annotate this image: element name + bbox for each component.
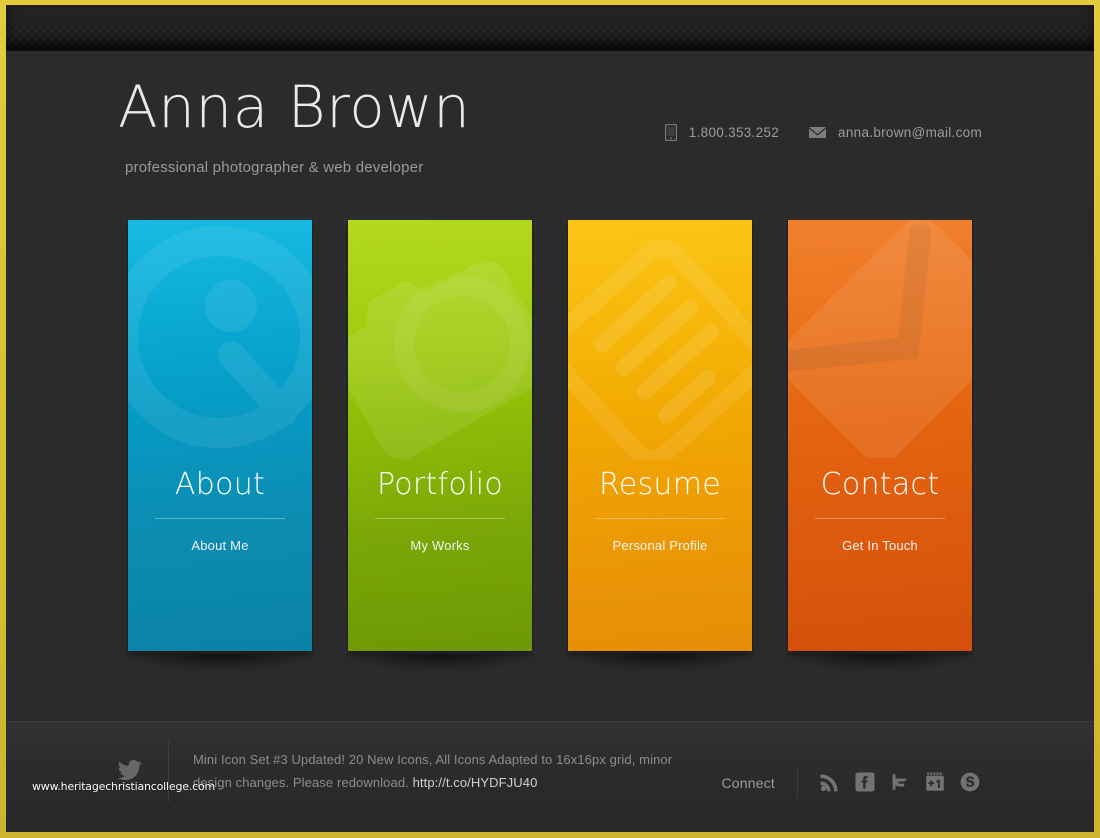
card-title: About (174, 467, 266, 502)
tweet-text: Mini Icon Set #3 Updated! 20 New Icons, … (193, 740, 683, 794)
card-drop-shadow (352, 654, 528, 672)
user-circle-icon (128, 226, 312, 448)
phone-icon (664, 123, 677, 142)
card-surface[interactable]: Resume Personal Profile (568, 220, 752, 651)
card-body: Contact Get In Touch (788, 468, 972, 651)
page-root: Anna Brown professional photographer & w… (6, 5, 1094, 832)
contact-email[interactable]: anna.brown@mail.com (809, 125, 982, 140)
card-title: Resume (598, 467, 722, 502)
card-drop-shadow (572, 654, 748, 672)
tweet-link[interactable]: http://t.co/HYDFJU40 (413, 775, 538, 790)
card-surface[interactable]: Portfolio My Works (348, 220, 532, 651)
social-icons (820, 772, 982, 794)
connect-label: Connect (721, 775, 775, 791)
contact-phone-text: 1.800.353.252 (688, 125, 780, 140)
connect-block: Connect (721, 740, 982, 798)
footer-inner: Mini Icon Set #3 Updated! 20 New Icons, … (117, 740, 982, 810)
card-surface[interactable]: Contact Get In Touch (788, 220, 972, 651)
google-plus-one-icon[interactable] (925, 772, 947, 794)
card-drop-shadow (792, 654, 968, 672)
camera-icon (348, 260, 532, 460)
nav-cards: About About Me Portfolio My Works Resume… (6, 218, 1094, 688)
card-subtitle: My Works (410, 538, 470, 553)
site-header: Anna Brown professional photographer & w… (6, 51, 1094, 211)
twitter-bird-icon (117, 740, 156, 781)
nav-card-resume[interactable]: Resume Personal Profile (564, 218, 756, 672)
skype-icon[interactable] (960, 772, 982, 794)
contact-strip: 1.800.353.252 anna.brown@mail.com (664, 123, 982, 142)
card-surface[interactable]: About About Me (128, 220, 312, 651)
page-title: Anna Brown (118, 73, 471, 141)
top-texture-bar (6, 5, 1094, 51)
card-subtitle: About Me (191, 538, 249, 553)
document-lines-icon (568, 239, 752, 459)
contact-email-text: anna.brown@mail.com (838, 125, 982, 140)
page-frame: Anna Brown professional photographer & w… (0, 0, 1100, 838)
rss-icon[interactable] (820, 772, 842, 794)
twitter-icon[interactable] (890, 772, 912, 794)
card-rule (815, 518, 945, 519)
card-title: Portfolio (376, 467, 504, 502)
card-title: Contact (820, 467, 940, 502)
page-tagline: professional photographer & web develope… (125, 159, 424, 176)
card-rule (375, 518, 505, 519)
site-footer: Mini Icon Set #3 Updated! 20 New Icons, … (6, 722, 1094, 831)
card-drop-shadow (132, 654, 308, 672)
nav-card-contact[interactable]: Contact Get In Touch (784, 218, 976, 672)
nav-card-portfolio[interactable]: Portfolio My Works (344, 218, 536, 672)
nav-card-about[interactable]: About About Me (124, 218, 316, 672)
card-rule (155, 518, 285, 519)
envelope-icon (788, 220, 972, 458)
topbar-sheen (6, 36, 1094, 50)
connect-separator (797, 768, 798, 798)
card-gloss (788, 220, 972, 419)
card-rule (595, 518, 725, 519)
facebook-icon[interactable] (855, 772, 877, 794)
card-subtitle: Get In Touch (842, 538, 918, 553)
mail-icon (809, 126, 827, 139)
card-gloss (568, 220, 752, 419)
site-watermark: www.heritagechristiancollege.com (32, 780, 216, 793)
card-gloss (128, 220, 312, 419)
card-subtitle: Personal Profile (612, 538, 708, 553)
card-body: Portfolio My Works (348, 468, 532, 651)
contact-phone[interactable]: 1.800.353.252 (664, 123, 780, 142)
card-gloss (348, 220, 532, 419)
card-body: Resume Personal Profile (568, 468, 752, 651)
card-body: About About Me (128, 468, 312, 651)
